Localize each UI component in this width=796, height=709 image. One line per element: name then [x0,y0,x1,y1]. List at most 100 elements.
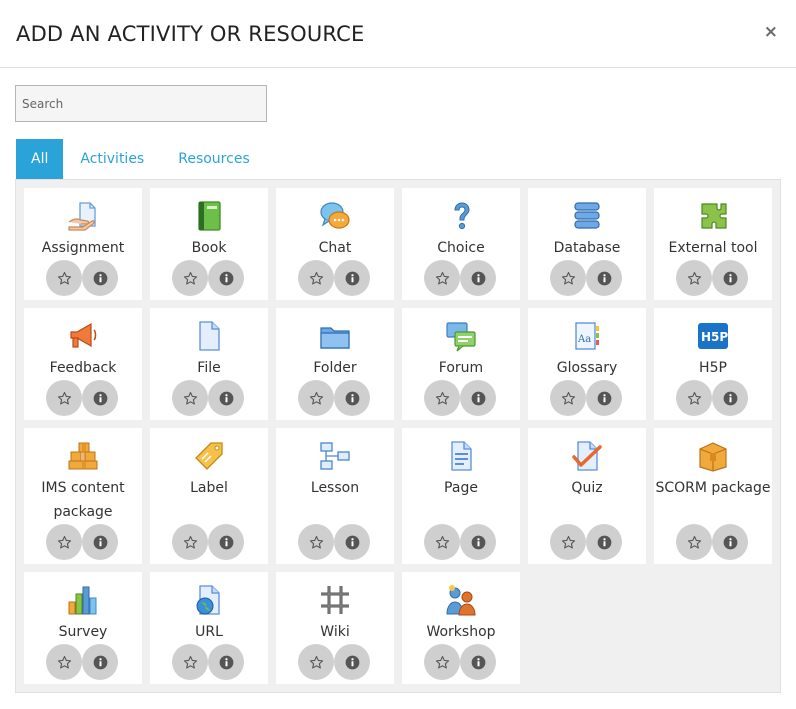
activity-tile-glossary[interactable]: Aa Glossary [528,308,646,420]
info-button[interactable] [334,524,370,560]
info-button[interactable] [82,524,118,560]
star-button[interactable] [46,380,82,416]
star-button[interactable] [172,524,208,560]
star-button[interactable] [424,644,460,680]
activity-tile-external-tool[interactable]: External tool [654,188,772,300]
activity-tile-url[interactable]: URL [150,572,268,684]
info-button[interactable] [460,380,496,416]
star-button[interactable] [172,380,208,416]
info-button[interactable] [712,380,748,416]
star-button[interactable] [298,260,334,296]
activity-tile-lesson[interactable]: Lesson [276,428,394,564]
activity-name: Workshop [426,624,496,640]
close-button[interactable]: × [764,22,778,42]
star-icon [561,271,576,286]
star-icon [309,655,324,670]
tab-resources[interactable]: Resources [161,139,267,179]
star-icon [309,271,324,286]
star-button[interactable] [676,260,712,296]
forum-icon [445,320,477,352]
star-button[interactable] [550,380,586,416]
activity-tile-book[interactable]: Book [150,188,268,300]
star-button[interactable] [298,524,334,560]
activity-tile-feedback[interactable]: Feedback [24,308,142,420]
info-button[interactable] [208,380,244,416]
star-button[interactable] [550,260,586,296]
info-button[interactable] [334,644,370,680]
modal-header: ADD AN ACTIVITY OR RESOURCE × [0,0,796,68]
info-button[interactable] [460,260,496,296]
activity-tile-assignment[interactable]: Assignment [24,188,142,300]
info-button[interactable] [586,380,622,416]
info-button[interactable] [586,524,622,560]
activity-tile-quiz[interactable]: Quiz [528,428,646,564]
info-button[interactable] [460,524,496,560]
activity-tile-survey[interactable]: Survey [24,572,142,684]
star-button[interactable] [46,524,82,560]
activity-name: File [197,360,221,376]
activity-tile-database[interactable]: Database [528,188,646,300]
star-icon [183,271,198,286]
activity-tile-wiki[interactable]: Wiki [276,572,394,684]
feedback-icon [67,320,99,352]
info-button[interactable] [82,260,118,296]
star-icon [183,655,198,670]
info-button[interactable] [208,260,244,296]
modal-title: ADD AN ACTIVITY OR RESOURCE [16,22,365,46]
info-button[interactable] [82,380,118,416]
info-icon [93,655,108,670]
tile-actions [298,524,372,560]
star-button[interactable] [676,380,712,416]
info-button[interactable] [334,260,370,296]
star-button[interactable] [46,260,82,296]
tile-actions [298,260,372,296]
tile-actions [424,260,498,296]
info-button[interactable] [712,260,748,296]
tab-bar: All Activities Resources [16,139,267,179]
star-button[interactable] [676,524,712,560]
wiki-icon [319,584,351,616]
star-button[interactable] [172,644,208,680]
star-icon [687,391,702,406]
activity-tile-folder[interactable]: Folder [276,308,394,420]
info-button[interactable] [460,644,496,680]
star-icon [687,535,702,550]
activity-name: Lesson [310,480,360,496]
info-icon [93,271,108,286]
activity-name: Feedback [49,360,117,376]
star-button[interactable] [424,260,460,296]
activity-tile-h5p[interactable]: H5P H5P [654,308,772,420]
info-button[interactable] [586,260,622,296]
url-icon [193,584,225,616]
activity-tile-file[interactable]: File [150,308,268,420]
activity-tile-choice[interactable]: Choice [402,188,520,300]
star-button[interactable] [424,524,460,560]
activity-tile-chat[interactable]: Chat [276,188,394,300]
star-button[interactable] [46,644,82,680]
page-icon [445,440,477,472]
info-button[interactable] [82,644,118,680]
star-button[interactable] [298,644,334,680]
tab-activities[interactable]: Activities [63,139,161,179]
info-button[interactable] [712,524,748,560]
star-button[interactable] [424,380,460,416]
info-button[interactable] [208,524,244,560]
activity-tile-ims-content-package[interactable]: IMS content package [24,428,142,564]
star-icon [435,391,450,406]
search-input[interactable] [15,85,267,122]
info-button[interactable] [208,644,244,680]
activity-tile-page[interactable]: Page [402,428,520,564]
star-button[interactable] [550,524,586,560]
tile-actions [172,524,246,560]
activity-tile-label[interactable]: Label [150,428,268,564]
activity-tile-forum[interactable]: Forum [402,308,520,420]
star-button[interactable] [172,260,208,296]
workshop-icon [445,584,477,616]
star-button[interactable] [298,380,334,416]
tab-all[interactable]: All [16,139,64,179]
activity-name: Wiki [320,624,350,640]
activity-tile-workshop[interactable]: Workshop [402,572,520,684]
info-button[interactable] [334,380,370,416]
tile-actions [424,380,498,416]
activity-tile-scorm-package[interactable]: SCORM package [654,428,772,564]
